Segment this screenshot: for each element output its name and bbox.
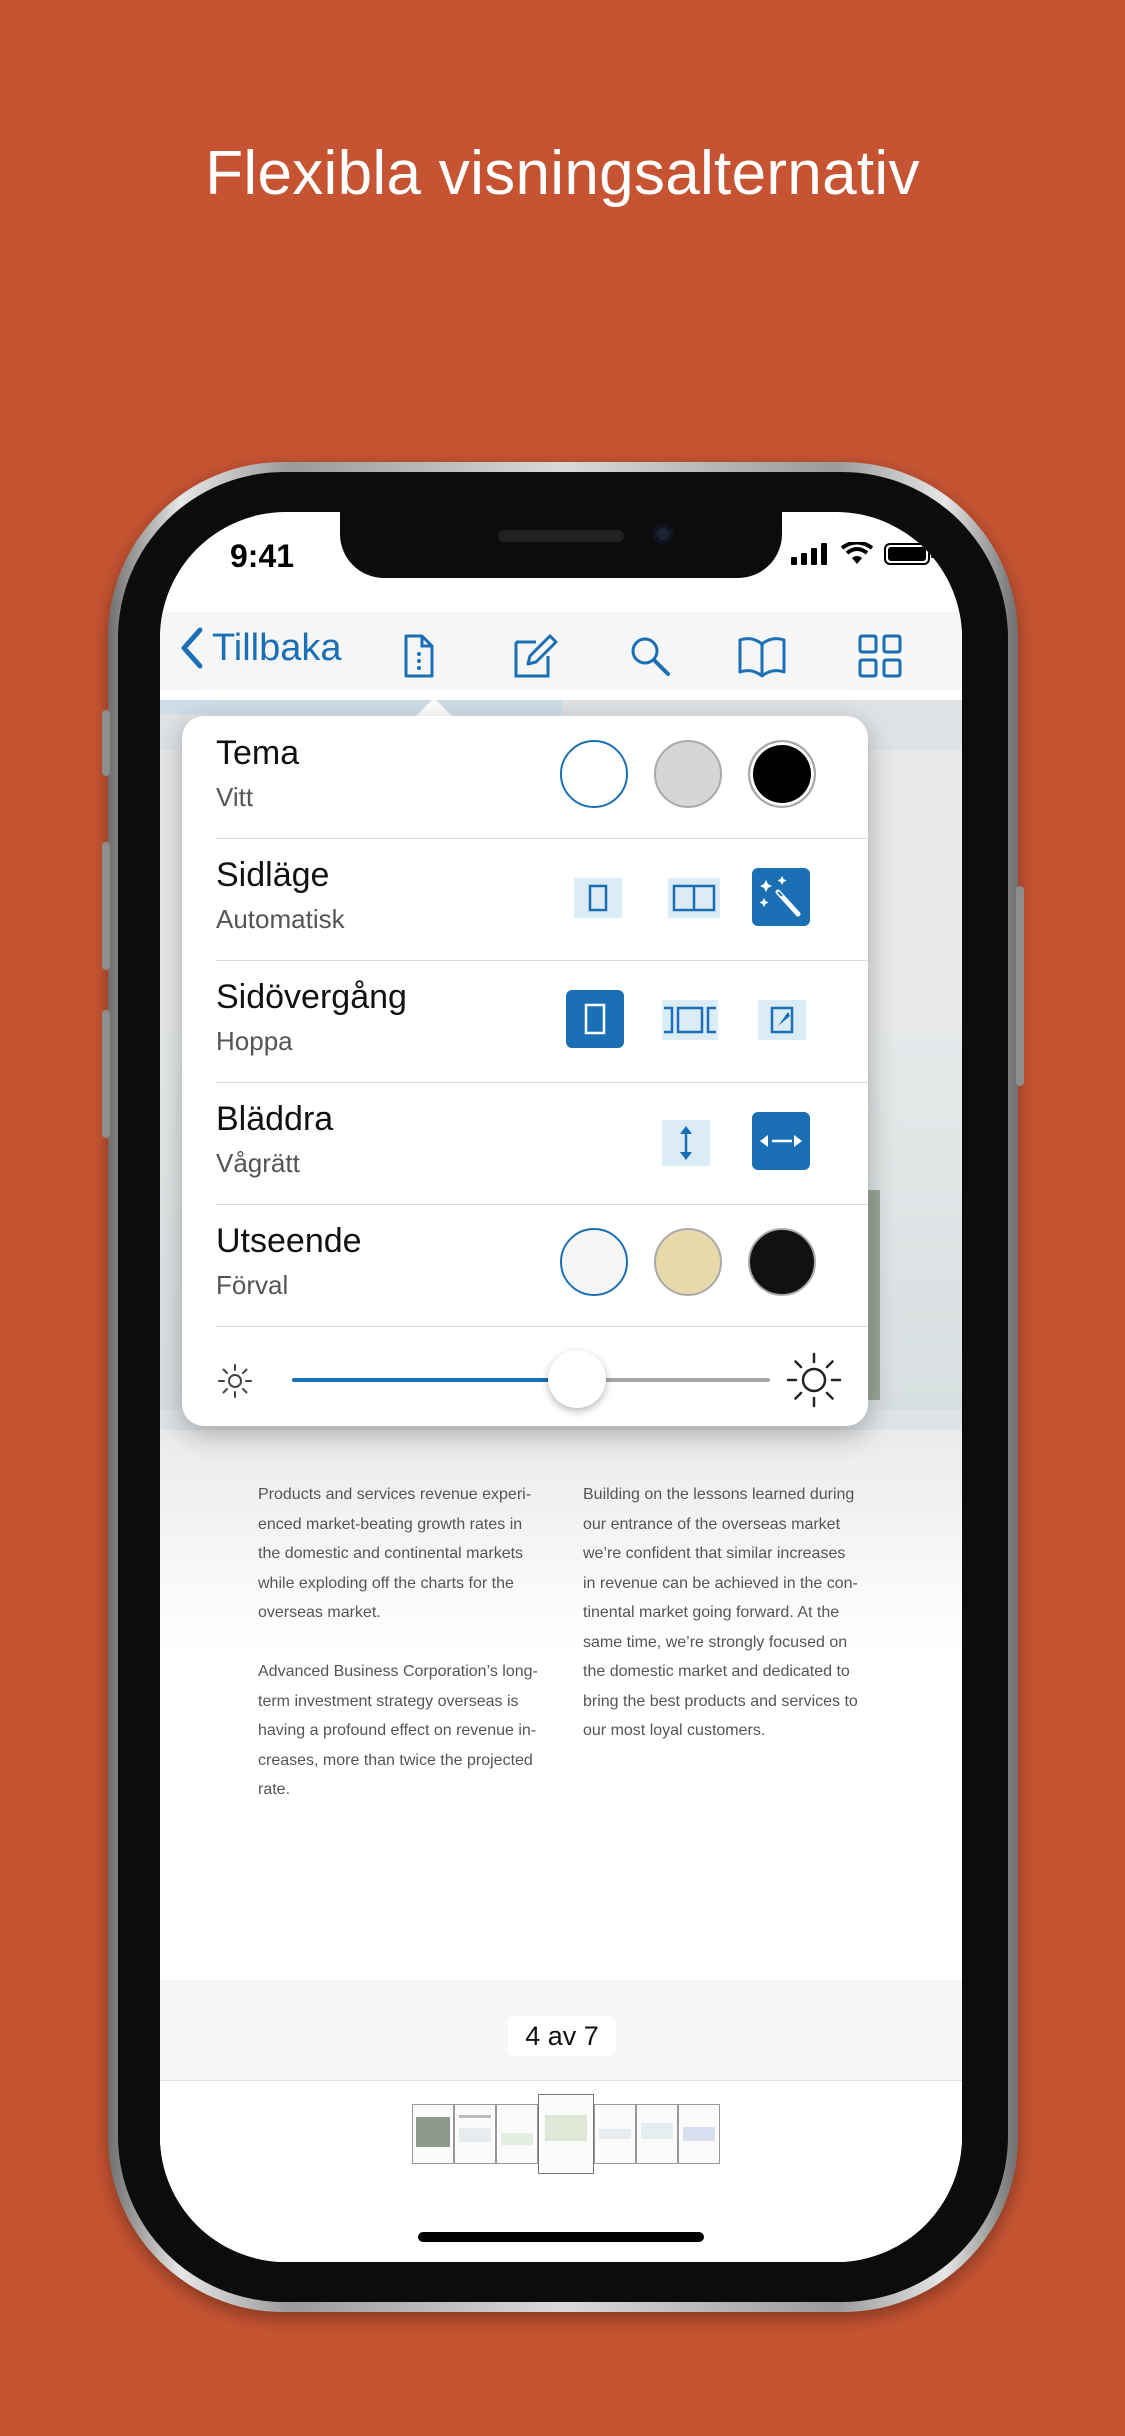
text-line: our most loyal customers. xyxy=(583,1722,766,1739)
page-thumbnail[interactable] xyxy=(412,2104,454,2164)
phone-screen: 9:41 Tillbaka Products and services reve… xyxy=(160,512,962,2262)
page-thumbnail[interactable] xyxy=(496,2104,538,2164)
appearance-row: Utseende Förval xyxy=(216,1204,868,1327)
scroll-direction-title: Bläddra xyxy=(216,1100,334,1138)
automatic-mode-option[interactable] xyxy=(752,868,810,926)
magic-wand-icon xyxy=(759,876,801,917)
two-page-icon[interactable] xyxy=(668,878,720,918)
page-thumbnail[interactable] xyxy=(678,2104,720,2164)
page-icon xyxy=(584,1003,606,1035)
view-options-popover: Tema Vitt Sidläge Automatisk Sidövergång… xyxy=(182,716,868,1426)
headline: Flexibla visningsalternativ xyxy=(205,139,920,208)
text-line: Building on the lessons learned during xyxy=(583,1486,855,1503)
page-thumbnail-current[interactable] xyxy=(538,2094,594,2174)
single-page-icon[interactable] xyxy=(574,878,622,918)
text-line: term investment strategy overseas is xyxy=(258,1692,519,1710)
appearance-default-option[interactable] xyxy=(560,1228,628,1296)
text-line: overseas market. xyxy=(258,1604,381,1621)
brightness-track-filled xyxy=(292,1378,582,1382)
brightness-thumb[interactable] xyxy=(548,1350,606,1408)
text-line xyxy=(258,1628,538,1658)
page-indicator: 4 av 7 xyxy=(508,2016,616,2056)
grid-icon[interactable] xyxy=(856,632,904,680)
brightness-slider[interactable] xyxy=(216,1332,842,1426)
search-icon[interactable] xyxy=(626,632,674,680)
page-transition-row: Sidövergång Hoppa xyxy=(216,960,868,1083)
theme-white-option[interactable] xyxy=(560,740,628,808)
brightness-high-icon xyxy=(786,1352,842,1408)
text-line: having a profound effect on revenue in- xyxy=(258,1722,537,1739)
appearance-sepia-option[interactable] xyxy=(654,1228,722,1296)
text-line: same time, we’re strongly focused on xyxy=(583,1633,848,1651)
page-mode-title: Sidläge xyxy=(216,856,330,894)
jump-transition-option[interactable] xyxy=(566,990,624,1048)
power-button xyxy=(1016,886,1024,1086)
theme-row: Tema Vitt xyxy=(216,716,868,839)
scroll-direction-row: Bläddra Vågrätt xyxy=(216,1082,868,1205)
horizontal-scroll-option[interactable] xyxy=(752,1112,810,1170)
appearance-title: Utseende xyxy=(216,1222,362,1260)
page-mode-row: Sidläge Automatisk xyxy=(216,838,868,961)
text-line: rate. xyxy=(258,1781,291,1798)
status-icons xyxy=(790,542,936,566)
speaker xyxy=(498,530,624,542)
appearance-value: Förval xyxy=(216,1270,289,1300)
theme-gray-option[interactable] xyxy=(654,740,722,808)
toolbar: Tillbaka xyxy=(160,612,962,690)
home-indicator[interactable] xyxy=(418,2232,704,2242)
page-thumbnail[interactable] xyxy=(454,2104,496,2164)
slide-decoration xyxy=(160,700,562,714)
volume-down-button xyxy=(102,1010,110,1138)
edit-icon[interactable] xyxy=(510,632,558,680)
page-mode-value: Automatisk xyxy=(216,904,345,934)
document-icon[interactable] xyxy=(394,632,442,680)
volume-up-button xyxy=(102,842,110,970)
text-line: tinental market going forward. At the xyxy=(583,1604,840,1621)
text-line: the domestic market and dedicated to xyxy=(583,1663,850,1680)
page-thumbnail[interactable] xyxy=(594,2104,636,2164)
slide-transition-icon[interactable] xyxy=(662,1000,718,1040)
back-label: Tillbaka xyxy=(212,626,342,669)
battery-icon xyxy=(884,543,934,565)
text-line: creases, more than twice the projected xyxy=(258,1751,533,1769)
vertical-scroll-icon[interactable] xyxy=(662,1120,710,1166)
page-thumbnail[interactable] xyxy=(636,2104,678,2164)
text-line: our entrance of the overseas market xyxy=(583,1515,841,1533)
back-button[interactable]: Tillbaka xyxy=(178,626,342,670)
notch xyxy=(340,512,782,578)
scroll-direction-value: Vågrätt xyxy=(216,1148,300,1178)
page-transition-title: Sidövergång xyxy=(216,978,407,1016)
text-line: Products and services revenue experi- xyxy=(258,1486,532,1503)
brightness-track xyxy=(582,1378,770,1382)
text-line: in revenue can be achieved in the con- xyxy=(583,1574,858,1592)
theme-black-option[interactable] xyxy=(748,740,816,808)
chevron-left-icon xyxy=(181,627,203,669)
book-icon[interactable] xyxy=(738,632,786,680)
page-transition-value: Hoppa xyxy=(216,1026,293,1056)
signal-icon xyxy=(791,543,827,565)
text-column-left: Products and services revenue experi- en… xyxy=(258,1480,538,1805)
text-line: bring the best products and services to xyxy=(583,1692,858,1710)
text-line: the domestic and continental markets xyxy=(258,1545,524,1562)
mute-switch xyxy=(102,710,110,776)
wifi-icon xyxy=(840,542,874,564)
text-line: enced market-beating growth rates in xyxy=(258,1515,523,1533)
text-column-right: Building on the lessons learned during o… xyxy=(583,1480,863,1746)
horizontal-arrows-icon xyxy=(760,1135,802,1147)
appearance-night-option[interactable] xyxy=(748,1228,816,1296)
text-line: Advanced Business Corporation’s long- xyxy=(258,1663,538,1680)
brightness-low-icon xyxy=(218,1364,252,1398)
camera xyxy=(653,524,673,544)
theme-value: Vitt xyxy=(216,782,254,812)
status-time: 9:41 xyxy=(230,538,295,574)
page-curl-icon[interactable] xyxy=(758,1000,806,1040)
text-line: while exploding off the charts for the xyxy=(258,1574,514,1592)
theme-title: Tema xyxy=(216,734,300,772)
text-line: we’re confident that similar increases xyxy=(583,1545,846,1562)
